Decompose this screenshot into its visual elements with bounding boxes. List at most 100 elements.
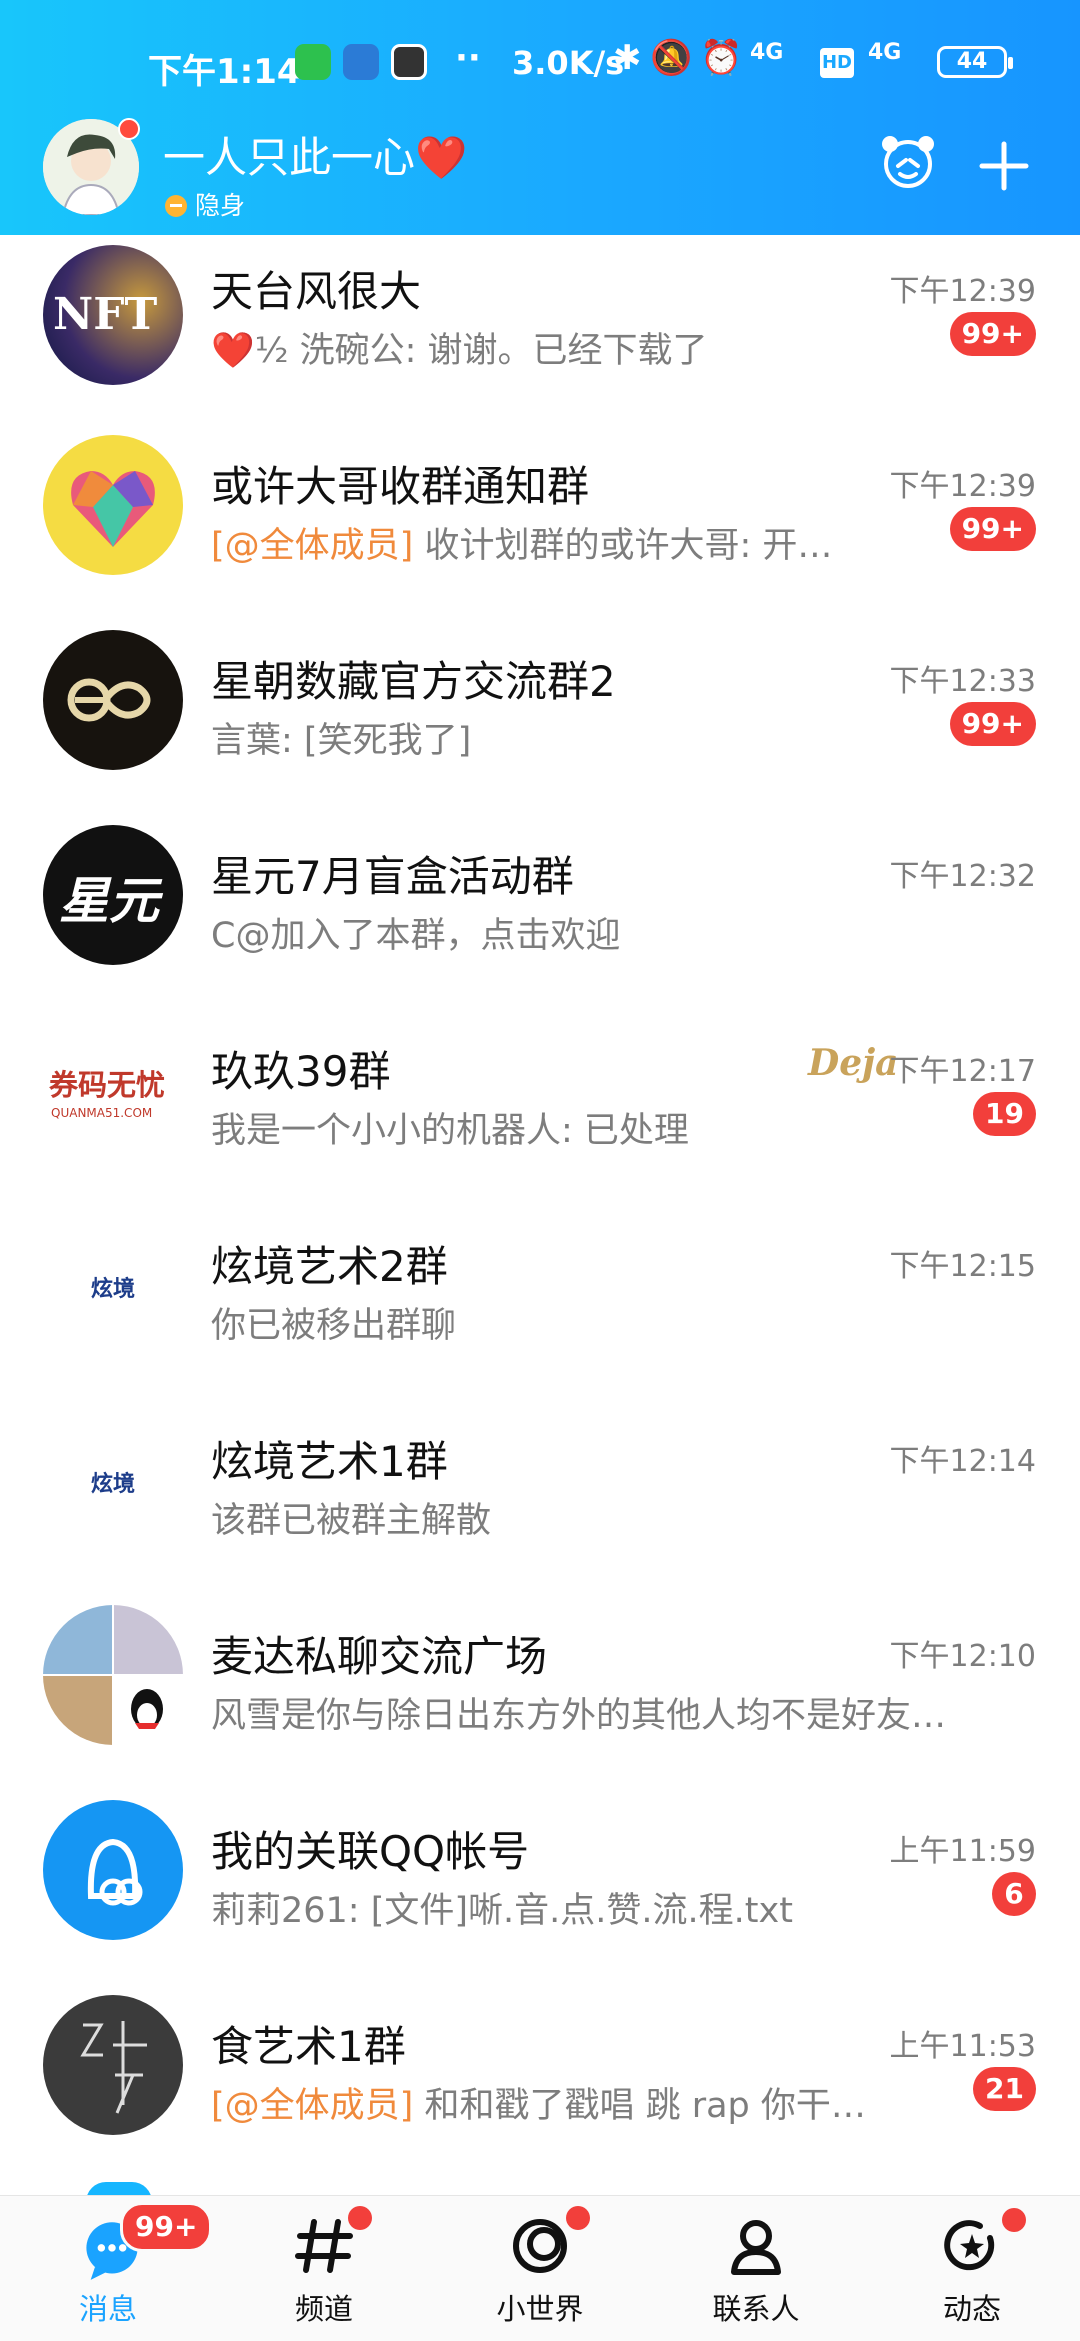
tab-label: 频道: [294, 2292, 353, 2326]
chat-title: 玖玖39群: [211, 1047, 391, 1096]
chat-avatar: 炫境: [43, 1410, 183, 1550]
tab-label: 消息: [78, 2292, 137, 2326]
channel-icon: [295, 2219, 353, 2273]
qq-mascot-icon[interactable]: [876, 130, 940, 194]
bottom-nav: 99+ 消息 频道 小世界 联系人 动态: [0, 2195, 1080, 2341]
chat-row[interactable]: 星朝数藏官方交流群2 言葉: [笑死我了] 下午12:33 99+: [0, 630, 1080, 825]
chat-avatar: 星元: [43, 825, 183, 965]
invisible-status-icon: [165, 195, 187, 217]
chat-preview: [@全体成员] 收计划群的或许大哥: 开…: [211, 517, 1011, 568]
tab-channel[interactable]: 频道: [216, 2196, 432, 2341]
chat-avatar: 券码无忧 QUANMA51.COM: [43, 1020, 183, 1160]
chat-row[interactable]: 星元 星元7月盲盒活动群 C@加入了本群，点击欢迎 下午12:32: [0, 825, 1080, 1020]
chat-time: 下午12:10: [889, 1639, 1036, 1674]
chat-row[interactable]: 我的关联QQ帐号 莉莉261: [文件]唽.音.点.赞.流.程.txt 上午11…: [0, 1800, 1080, 1995]
unread-badge: 6: [992, 1872, 1036, 1916]
chat-preview: 我是一个小小的机器人: 已处理: [211, 1111, 689, 1151]
chat-row[interactable]: 券码无忧 QUANMA51.COM 玖玖39群 我是一个小小的机器人: 已处理 …: [0, 1020, 1080, 1215]
chat-row[interactable]: NFT 天台风很大 ❤️½ 洗碗公: 谢谢。已经下载了 下午12:39 99+: [0, 240, 1080, 435]
tab-contacts[interactable]: 联系人: [648, 2196, 864, 2341]
chat-title: 麦达私聊交流广场: [211, 1632, 548, 1681]
header: 下午1:14 ·· 3.0K/s ✱ 🔕 ⏰ 4G HD 4G 44 一人只此一…: [0, 0, 1080, 235]
avatar-label: 炫境: [91, 1277, 136, 1302]
status-bar: 下午1:14 ·· 3.0K/s ✱ 🔕 ⏰ 4G HD 4G 44: [0, 0, 1080, 120]
unread-badge: 19: [973, 1092, 1036, 1136]
network-speed: 3.0K/s: [512, 44, 625, 82]
chat-time: 下午12:33: [889, 664, 1036, 699]
chat-preview: [@全体成员] 和和戳了戳唱 跳 rap 你干…: [211, 2077, 1011, 2128]
avatar-label: NFT: [53, 289, 158, 340]
chat-preview: 你已被移出群聊: [211, 1306, 457, 1346]
tab-label: 动态: [942, 2292, 1001, 2326]
add-icon[interactable]: [978, 140, 1030, 192]
avatar-label: 券码无忧: [49, 1068, 166, 1102]
message-unread-badge: 99+: [120, 2202, 213, 2252]
hd-voice-icon: HD: [820, 48, 854, 78]
chat-time: 下午12:32: [889, 859, 1036, 894]
mute-bell-icon: 🔕: [650, 38, 693, 78]
unread-badge: 21: [973, 2067, 1036, 2111]
chat-preview: 风雪是你与除日出东方外的其他人均不是好友…: [211, 1696, 947, 1736]
signal-4g-icon: 4G: [750, 40, 784, 65]
chat-avatar: [43, 1800, 183, 1940]
mention-tag: [@全体成员]: [211, 526, 414, 566]
unread-badge: 99+: [949, 507, 1036, 551]
wechat-icon: [295, 44, 331, 80]
small-world-icon: [513, 2219, 567, 2273]
online-status-label: 隐身: [195, 191, 246, 220]
chat-time: 下午12:39: [889, 469, 1036, 504]
chat-row[interactable]: 麦达私聊交流广场 风雪是你与除日出东方外的其他人均不是好友… 下午12:10: [0, 1605, 1080, 1800]
chat-avatar: NFT: [43, 245, 183, 385]
chat-title: 炫境艺术2群: [211, 1242, 448, 1291]
signal-4g-icon-2: 4G: [868, 40, 902, 65]
chat-preview: C@加入了本群，点击欢迎: [211, 916, 621, 956]
status-time: 下午1:14: [148, 52, 301, 92]
chat-preview-text: 收计划群的或许大哥: 开…: [424, 526, 833, 566]
chat-title: 星朝数藏官方交流群2: [211, 657, 616, 706]
chat-time: 下午12:14: [889, 1444, 1036, 1479]
tab-label: 小世界: [496, 2292, 584, 2326]
contacts-icon: [731, 2220, 781, 2275]
chat-preview-text: 和和戳了戳唱 跳 rap 你干…: [424, 2086, 866, 2126]
chat-row[interactable]: 或许大哥收群通知群 [@全体成员] 收计划群的或许大哥: 开… 下午12:39 …: [0, 435, 1080, 630]
tab-feed[interactable]: 动态: [864, 2196, 1080, 2341]
chat-title: 星元7月盲盒活动群: [211, 852, 574, 901]
online-status[interactable]: 隐身: [165, 186, 245, 222]
avatar-label: 炫境: [91, 1472, 136, 1497]
chat-title: 或许大哥收群通知群: [211, 462, 590, 511]
chat-row[interactable]: 炫境 炫境艺术1群 该群已被群主解散 下午12:14: [0, 1410, 1080, 1605]
chat-time: 下午12:15: [889, 1249, 1036, 1284]
my-avatar-dot: [118, 118, 140, 140]
chat-time: 下午12:17: [889, 1054, 1036, 1089]
deja-tag-icon: Deja: [808, 1042, 899, 1084]
sync-app-icon: [343, 44, 379, 80]
tab-small-world[interactable]: 小世界: [432, 2196, 648, 2341]
mention-tag: [@全体成员]: [211, 2086, 414, 2126]
chat-preview: ❤️½ 洗碗公: 谢谢。已经下载了: [211, 331, 708, 371]
camera-app-icon: [391, 44, 427, 80]
battery-icon: 44: [937, 46, 1013, 78]
alarm-icon: ⏰: [700, 38, 743, 78]
chat-title: 我的关联QQ帐号: [211, 1827, 530, 1876]
chat-row[interactable]: 食艺术1群 [@全体成员] 和和戳了戳唱 跳 rap 你干… 上午11:53 2…: [0, 1995, 1080, 2190]
chat-title: 食艺术1群: [211, 2022, 406, 2071]
nickname[interactable]: 一人只此一心❤️: [163, 124, 467, 185]
chat-title: 天台风很大: [211, 267, 422, 316]
notification-dot: [566, 2206, 590, 2230]
avatar-label: 星元: [59, 872, 159, 930]
chat-row[interactable]: 炫境 炫境艺术2群 你已被移出群聊 下午12:15: [0, 1215, 1080, 1410]
chat-title: 炫境艺术1群: [211, 1437, 448, 1486]
feed-icon: [944, 2220, 995, 2271]
chat-avatar: [43, 435, 183, 575]
chat-avatar: 炫境: [43, 1215, 183, 1355]
chat-preview: 莉莉261: [文件]唽.音.点.赞.流.程.txt: [211, 1891, 793, 1931]
chat-avatar: [43, 1995, 183, 2135]
unread-badge: 99+: [949, 702, 1036, 746]
chat-avatar: [43, 1605, 183, 1745]
chat-preview: 该群已被群主解散: [211, 1501, 492, 1541]
chat-time: 上午11:53: [889, 2029, 1036, 2064]
notification-dot: [348, 2206, 372, 2230]
chat-time: 上午11:59: [889, 1834, 1036, 1869]
more-notifications-icon: ··: [455, 38, 481, 78]
tab-messages[interactable]: 99+ 消息: [0, 2196, 216, 2341]
